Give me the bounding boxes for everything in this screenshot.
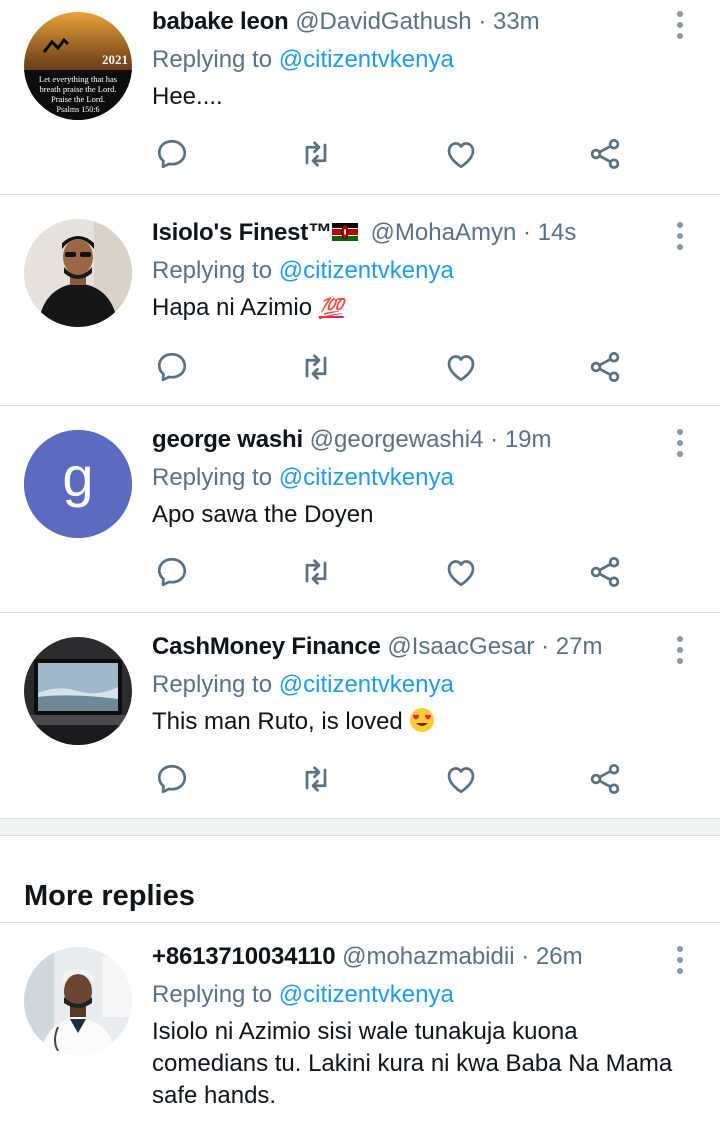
more-options-icon[interactable] [670, 8, 690, 42]
mention-link[interactable]: @citizentvkenya [279, 464, 454, 491]
retweet-icon[interactable] [296, 552, 336, 592]
separator-dot: · [541, 633, 550, 660]
like-icon[interactable] [441, 759, 481, 799]
tweet-card[interactable]: +8613710034110 @mohazmabidii · 26m Reply… [0, 923, 720, 1123]
tweet-actions [152, 552, 625, 592]
replying-to: Replying to @citizentvkenya [152, 980, 668, 1010]
replying-to: Replying to @citizentvkenya [152, 463, 668, 493]
avatar[interactable] [24, 219, 132, 327]
user-handle[interactable]: @MohaAmyn [371, 219, 517, 246]
tweet-text: Isiolo ni Azimio sisi wale tunakuja kuon… [152, 1018, 673, 1109]
more-options-icon[interactable] [670, 219, 690, 253]
tweet-text: Hee.... [152, 83, 223, 110]
tweet-header: CashMoney Finance @IsaacGesar · 27m [152, 632, 668, 662]
user-handle[interactable]: @mohazmabidii [342, 943, 514, 970]
separator-dot: · [490, 426, 499, 453]
like-icon[interactable] [441, 134, 481, 174]
retweet-icon[interactable] [296, 134, 336, 174]
display-name[interactable]: george washi [152, 426, 303, 453]
tweet-text-body: Hapa ni Azimio [152, 294, 313, 321]
avatar[interactable] [24, 637, 132, 745]
tweet-header: +8613710034110 @mohazmabidii · 26m [152, 942, 668, 972]
tweet-actions [152, 347, 625, 387]
more-replies-title: More replies [24, 880, 195, 912]
replying-to-label: Replying to [152, 257, 279, 284]
tweet-actions [152, 759, 625, 799]
avatar[interactable]: 2021 Let everything that has breath prai… [24, 12, 132, 120]
tweet-header: babake leon @DavidGathush · 33m [152, 7, 668, 37]
tweet-actions [152, 134, 625, 174]
share-icon[interactable] [585, 347, 625, 387]
avatar-year: 2021 [102, 52, 128, 67]
separator-dot: · [478, 8, 487, 35]
reply-icon[interactable] [152, 552, 192, 592]
tweet-text: This man Ruto, is loved [152, 706, 668, 738]
replying-to-label: Replying to [152, 671, 279, 698]
tweet-text: Hapa ni Azimio 💯 [152, 292, 668, 325]
share-icon[interactable] [585, 134, 625, 174]
mention-link[interactable]: @citizentvkenya [279, 46, 454, 73]
heart-eyes-emoji [410, 708, 435, 732]
tweet-card[interactable]: Isiolo's Finest™ @MohaAmyn · 14s Replyin… [0, 195, 720, 406]
section-gap [0, 819, 720, 836]
separator-dot: · [522, 219, 531, 246]
timestamp[interactable]: 19m [505, 426, 552, 453]
more-replies-header: More replies [0, 836, 720, 923]
tweet-card[interactable]: CashMoney Finance @IsaacGesar · 27m Repl… [0, 613, 720, 819]
kenya-flag-icon [331, 223, 358, 241]
retweet-icon[interactable] [296, 347, 336, 387]
tweet-card[interactable]: 2021 Let everything that has breath prai… [0, 0, 720, 195]
hundred-points-emoji: 💯 [318, 298, 344, 320]
more-options-icon[interactable] [670, 943, 690, 977]
more-options-icon[interactable] [670, 633, 690, 667]
timestamp[interactable]: 33m [493, 8, 540, 35]
replying-to: Replying to @citizentvkenya [152, 45, 668, 75]
user-handle[interactable]: @IsaacGesar [387, 633, 534, 660]
avatar-verse-line: Let everything that has [39, 74, 117, 84]
replying-to: Replying to @citizentvkenya [152, 670, 668, 700]
like-icon[interactable] [441, 347, 481, 387]
mention-link[interactable]: @citizentvkenya [279, 671, 454, 698]
timestamp[interactable]: 26m [536, 943, 583, 970]
avatar-verse-line: breath praise the Lord. [40, 84, 117, 94]
avatar[interactable] [24, 947, 132, 1055]
replying-to-label: Replying to [152, 981, 279, 1008]
avatar[interactable]: g [24, 430, 132, 538]
reply-icon[interactable] [152, 134, 192, 174]
mention-link[interactable]: @citizentvkenya [279, 257, 454, 284]
more-options-icon[interactable] [670, 426, 690, 460]
replying-to: Replying to @citizentvkenya [152, 256, 668, 286]
retweet-icon[interactable] [296, 759, 336, 799]
reply-icon[interactable] [152, 759, 192, 799]
timestamp[interactable]: 14s [538, 219, 577, 246]
display-name[interactable]: CashMoney Finance [152, 633, 381, 660]
display-name[interactable]: babake leon [152, 8, 289, 35]
tweet-text-body: This man Ruto, is loved [152, 708, 403, 735]
display-name[interactable]: +8613710034110 [152, 943, 336, 970]
display-name[interactable]: Isiolo's Finest™ [152, 219, 332, 246]
share-icon[interactable] [585, 552, 625, 592]
avatar-letter: g [62, 445, 93, 508]
replying-to-label: Replying to [152, 464, 279, 491]
user-handle[interactable]: @georgewashi4 [310, 426, 484, 453]
tweet-header: Isiolo's Finest™ @MohaAmyn · 14s [152, 218, 668, 248]
user-handle[interactable]: @DavidGathush [295, 8, 471, 35]
like-icon[interactable] [441, 552, 481, 592]
tweet-card[interactable]: g george washi @georgewashi4 · 19m Reply… [0, 406, 720, 613]
mention-link[interactable]: @citizentvkenya [279, 981, 454, 1008]
timestamp[interactable]: 27m [556, 633, 603, 660]
reply-icon[interactable] [152, 347, 192, 387]
avatar-verse-line: Praise the Lord. [51, 94, 105, 104]
avatar-verse-line: Psalms 150:6 [57, 105, 100, 114]
tweet-text: Apo sawa the Doyen [152, 501, 374, 528]
share-icon[interactable] [585, 759, 625, 799]
tweet-header: george washi @georgewashi4 · 19m [152, 425, 668, 455]
replying-to-label: Replying to [152, 46, 279, 73]
separator-dot: · [521, 943, 530, 970]
